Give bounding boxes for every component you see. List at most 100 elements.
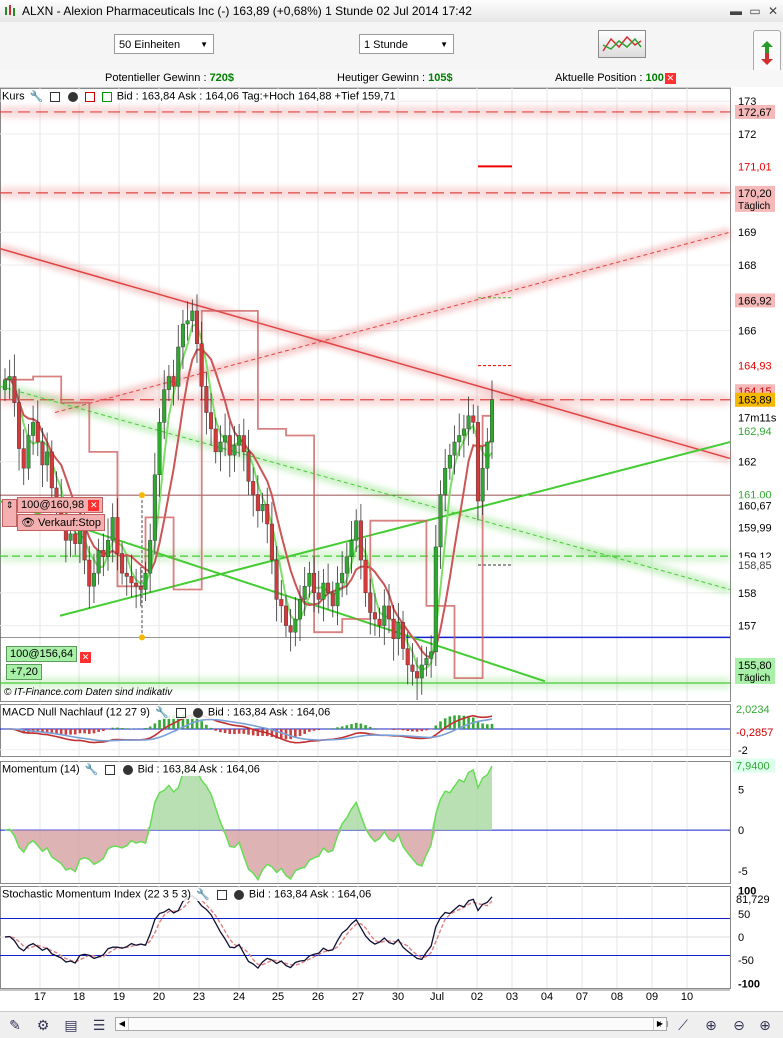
candle-body	[256, 494, 260, 510]
last-price-label: 163,89	[738, 395, 772, 407]
trade-list-icon[interactable]: ☰	[90, 1016, 108, 1034]
candle-body	[331, 593, 335, 606]
x-tick-label: 25	[272, 991, 284, 1003]
macd-histogram-bar	[60, 729, 63, 734]
candle-body	[415, 671, 419, 678]
candle-body	[486, 442, 490, 468]
minimize-icon[interactable]: ▬	[727, 3, 745, 19]
macd-histogram-bar	[327, 728, 330, 729]
table-icon[interactable]: ▤	[62, 1016, 80, 1034]
order-handle-icon[interactable]: ⇕	[2, 499, 17, 527]
x-tick-label: 10	[681, 991, 693, 1003]
macd-histogram-bar	[88, 729, 91, 734]
close-position-icon[interactable]: ✕	[665, 73, 676, 84]
line-tool-icon[interactable]: ⟋	[674, 1016, 692, 1034]
candle-body	[312, 573, 316, 593]
candle-body	[322, 583, 326, 599]
close-icon[interactable]: ✕	[764, 3, 782, 19]
momentum-panel-quote: Bid : 163,84 Ask : 164,06	[138, 763, 260, 775]
window-icon[interactable]	[105, 765, 115, 775]
level-166-92-label: 166,92	[738, 295, 772, 307]
wrench-icon[interactable]: 🔧	[196, 888, 210, 901]
scroll-right-icon[interactable]: ▶	[653, 1018, 666, 1030]
macd-panel-name: MACD Null Nachlauf (12 27 9)	[2, 706, 150, 718]
candle-body	[364, 560, 368, 593]
window-icon[interactable]	[176, 708, 186, 718]
close-panel-icon[interactable]	[68, 92, 78, 102]
candle-body	[425, 658, 429, 665]
candle-body	[467, 416, 471, 429]
stop-action-tag[interactable]: 👁 Verkauf:Stop	[17, 514, 105, 531]
indicator-icon[interactable]: ⚙	[34, 1016, 52, 1034]
move-down-icon[interactable]	[85, 92, 95, 102]
scroll-left-icon[interactable]: ◀	[116, 1018, 129, 1030]
macd-histogram-bar	[210, 728, 213, 729]
candle-body	[457, 435, 461, 442]
candle-body	[228, 435, 232, 455]
candle-body	[261, 504, 265, 511]
wrench-icon[interactable]: 🔧	[85, 763, 99, 776]
candle-body	[87, 560, 91, 586]
macd-histogram-bar	[439, 721, 442, 729]
level-155-80-label: 155,80	[738, 660, 772, 672]
macd-histogram-bar	[111, 728, 114, 729]
close-panel-icon[interactable]	[234, 890, 244, 900]
cancel-order-icon[interactable]: ✕	[80, 652, 91, 663]
macd-histogram-bar	[125, 728, 128, 729]
zoom-fit-icon[interactable]: ⊕	[702, 1016, 720, 1034]
candle-body	[340, 573, 344, 583]
macd-histogram-bar	[247, 729, 250, 735]
chart-area[interactable]: 17181920232425262730Jul02030407080910173…	[0, 87, 783, 1011]
candle-body	[148, 540, 152, 573]
stop-order-tag[interactable]: 100@160,98 ✕	[17, 497, 103, 513]
candle-body	[336, 583, 340, 606]
candle-body	[368, 593, 372, 613]
candle-body	[69, 534, 73, 541]
chart-style-button[interactable]	[598, 30, 646, 58]
zoom-in-icon[interactable]: ⊕	[756, 1016, 774, 1034]
x-tick-label: 20	[153, 991, 165, 1003]
interval-select[interactable]: 1 Stunde▼	[359, 34, 454, 54]
window-icon[interactable]	[50, 92, 60, 102]
move-up-icon[interactable]	[102, 92, 112, 102]
macd-histogram-bar	[299, 729, 302, 736]
candle-body	[97, 550, 101, 573]
maximize-icon[interactable]: ▭	[746, 3, 764, 19]
wrench-icon[interactable]: 🔧	[30, 90, 44, 103]
close-panel-icon[interactable]	[193, 708, 203, 718]
candle-body	[162, 390, 166, 423]
stop-action-label: Verkauf:Stop	[38, 517, 101, 529]
position-info-bar: Potentieller Gewinn : 720$ Heutiger Gewi…	[0, 70, 783, 88]
buy-order-tag[interactable]: 100@156,64	[6, 646, 77, 662]
candle-body	[242, 435, 246, 451]
x-tick-label: 07	[576, 991, 588, 1003]
level-160-67-label: 160,67	[738, 500, 772, 512]
close-panel-icon[interactable]	[123, 765, 133, 775]
trade-panel-button[interactable]	[753, 30, 781, 74]
trade-arrows-icon	[754, 31, 780, 73]
window-title: ALXN - Alexion Pharmaceuticals Inc (-) 1…	[22, 4, 472, 18]
x-tick-label: 19	[113, 991, 125, 1003]
buy-order-label: 100@156,64	[10, 648, 73, 660]
price-panel-header: Kurs 🔧 Bid : 163,84 Ask : 164,06 Tag:+Ho…	[2, 90, 396, 103]
draw-tool-icon[interactable]: ✎	[6, 1016, 24, 1034]
macd-histogram-bar	[224, 729, 227, 733]
macd-histogram-bar	[121, 728, 124, 729]
momentum-y-tick-label: -5	[738, 866, 748, 878]
data-source-watermark: © IT-Finance.com Daten sind indikativ	[4, 687, 172, 698]
candle-body	[476, 422, 480, 501]
candle-body	[31, 422, 35, 435]
zoom-out-icon[interactable]: ⊖	[730, 1016, 748, 1034]
window-icon[interactable]	[217, 890, 227, 900]
macd-histogram-bar	[341, 726, 344, 729]
candle-body	[233, 445, 237, 455]
cancel-order-icon[interactable]: ✕	[88, 500, 99, 511]
macd-lower-label: -0,2857	[736, 727, 773, 739]
candle-body	[443, 468, 447, 494]
horizontal-scrollbar[interactable]: ◀ ▶	[115, 1017, 667, 1031]
units-select[interactable]: 50 Einheiten▼	[114, 34, 214, 54]
wrench-icon[interactable]: 🔧	[155, 706, 169, 719]
day-high-label: 164,93	[738, 361, 772, 373]
x-tick-label: 26	[312, 991, 324, 1003]
momentum-current-label: 7,9400	[736, 761, 770, 773]
